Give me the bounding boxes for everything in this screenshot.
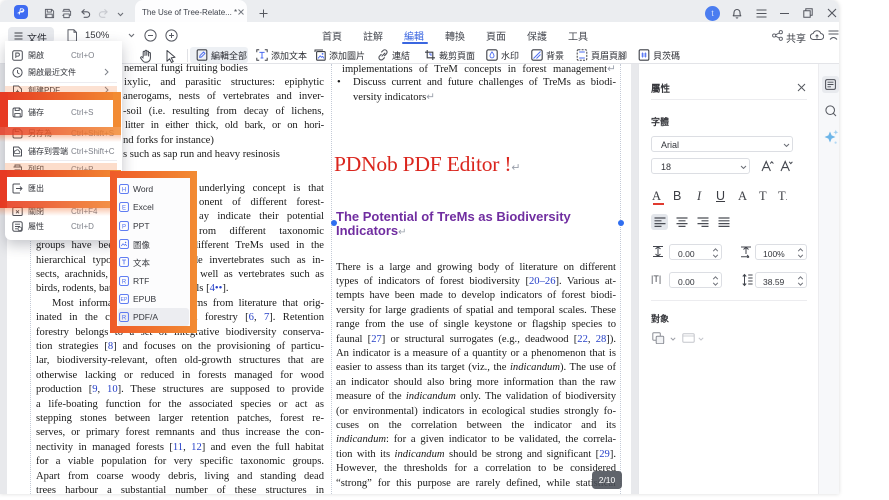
- svg-text:E: E: [122, 206, 126, 212]
- svg-text:EP: EP: [121, 297, 128, 303]
- svg-text:R: R: [122, 279, 127, 285]
- svg-text:P: P: [122, 224, 126, 230]
- svg-text:H: H: [122, 187, 126, 193]
- svg-text:R: R: [122, 315, 127, 321]
